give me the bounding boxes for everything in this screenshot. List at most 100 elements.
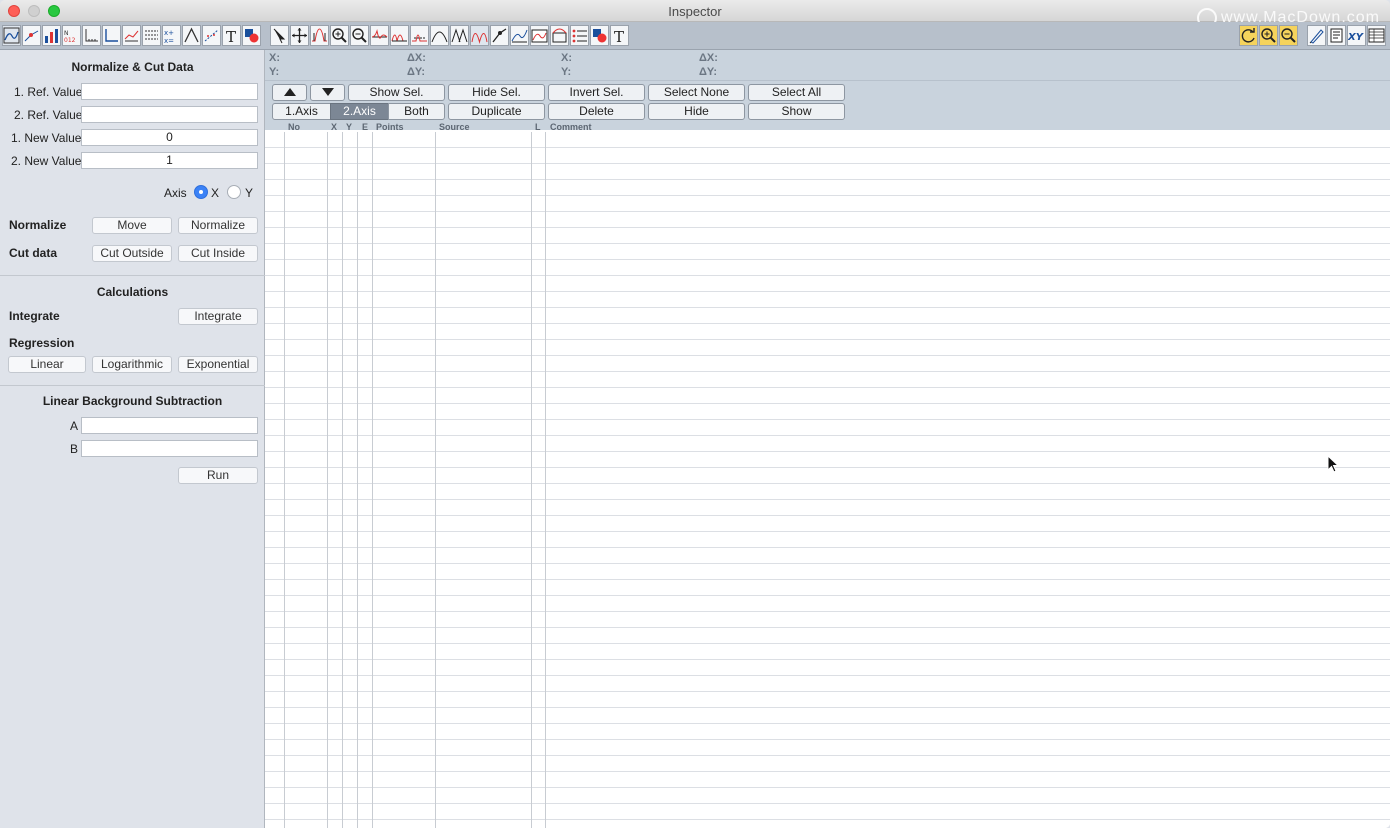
show-sel-button[interactable]: Show Sel. xyxy=(348,84,445,101)
cut-inside-button[interactable]: Cut Inside xyxy=(178,245,258,262)
zoom-out-icon-right[interactable] xyxy=(1279,25,1298,46)
linear-regression-button[interactable]: Linear xyxy=(8,356,86,373)
dy2-readout-label: ΔY: xyxy=(699,66,718,78)
column-header-source[interactable]: Source xyxy=(439,122,470,132)
new1-label: 1. New Value xyxy=(11,131,82,145)
multi-peak-icon[interactable] xyxy=(470,25,489,46)
b-field[interactable] xyxy=(81,440,258,457)
lbs-title: Linear Background Subtraction xyxy=(42,394,223,408)
color-shapes-icon-2[interactable] xyxy=(590,25,609,46)
axis-x-radio[interactable] xyxy=(194,185,208,199)
column-header-comment[interactable]: Comment xyxy=(550,122,592,132)
column-divider xyxy=(357,132,358,828)
axis-frame-icon[interactable] xyxy=(102,25,121,46)
text-T-icon[interactable]: T xyxy=(222,25,241,46)
select-none-button[interactable]: Select None xyxy=(648,84,745,101)
divider xyxy=(265,80,1390,81)
line-style-icon[interactable] xyxy=(122,25,141,46)
svg-text:N: N xyxy=(64,30,69,37)
scatter-line-icon[interactable] xyxy=(22,25,41,46)
arrow-up-icon xyxy=(283,88,296,96)
hide-sel-button[interactable]: Hide Sel. xyxy=(448,84,545,101)
pen-icon[interactable] xyxy=(1307,25,1326,46)
data-table[interactable] xyxy=(265,132,1390,828)
column-divider xyxy=(342,132,343,828)
duplicate-button[interactable]: Duplicate xyxy=(448,103,545,120)
move-cross-icon[interactable] xyxy=(290,25,309,46)
integrate-button[interactable]: Integrate xyxy=(178,308,258,325)
dotted-list-icon[interactable] xyxy=(570,25,589,46)
run-button[interactable]: Run xyxy=(178,467,258,484)
zoom-in-icon[interactable] xyxy=(330,25,349,46)
hide-button[interactable]: Hide xyxy=(648,103,745,120)
window-title: Inspector xyxy=(668,4,722,19)
peak-fit-icon[interactable] xyxy=(430,25,449,46)
xy-icon[interactable]: XY xyxy=(1347,25,1366,46)
column-divider xyxy=(284,132,285,828)
baseline-icon[interactable] xyxy=(410,25,429,46)
column-divider xyxy=(327,132,328,828)
invert-sel-button[interactable]: Invert Sel. xyxy=(548,84,645,101)
column-header-x[interactable]: X xyxy=(331,122,337,132)
column-header-points[interactable]: Points xyxy=(376,122,404,132)
wave-peak-icon[interactable] xyxy=(370,25,389,46)
move-button[interactable]: Move xyxy=(92,217,172,234)
graph-overview-icon[interactable] xyxy=(2,25,21,46)
new1-field[interactable]: 0 xyxy=(81,129,258,146)
data-panel: X: Y: ΔX: ΔY: X: Y: ΔX: ΔY: Show Sel. Hi… xyxy=(265,50,1390,828)
zoom-out-icon[interactable] xyxy=(350,25,369,46)
table-grid-icon[interactable] xyxy=(1367,25,1386,46)
axis1-segment[interactable]: 1.Axis xyxy=(272,103,331,120)
data-table-icon[interactable]: x+ x= xyxy=(162,25,181,46)
table-header: No X Y E Points Source L Comment xyxy=(265,122,1390,132)
text-T-icon-2[interactable]: T xyxy=(610,25,629,46)
peak-select-icon[interactable] xyxy=(310,25,329,46)
new2-field[interactable]: 1 xyxy=(81,152,258,169)
column-header-l[interactable]: L xyxy=(535,122,541,132)
notes-icon[interactable] xyxy=(1327,25,1346,46)
delete-button[interactable]: Delete xyxy=(548,103,645,120)
dashed-fit-icon[interactable] xyxy=(202,25,221,46)
bar-chart-icon[interactable] xyxy=(42,25,61,46)
show-button[interactable]: Show xyxy=(748,103,845,120)
dx-readout-label: ΔX: xyxy=(407,52,426,64)
select-all-button[interactable]: Select All xyxy=(748,84,845,101)
pointer-icon[interactable] xyxy=(270,25,289,46)
double-peak-icon[interactable] xyxy=(390,25,409,46)
y-readout-label: Y: xyxy=(269,66,280,78)
column-header-no[interactable]: No xyxy=(288,122,300,132)
move-down-button[interactable] xyxy=(310,84,345,101)
column-divider xyxy=(435,132,436,828)
cut-outside-button[interactable]: Cut Outside xyxy=(92,245,172,262)
axis2-segment[interactable]: 2.Axis xyxy=(330,103,389,120)
move-up-button[interactable] xyxy=(272,84,307,101)
legend-list-icon[interactable] xyxy=(142,25,161,46)
column-header-y[interactable]: Y xyxy=(346,122,352,132)
logarithmic-regression-button[interactable]: Logarithmic xyxy=(92,356,172,373)
point-link-icon[interactable] xyxy=(490,25,509,46)
shape-curve-icon[interactable] xyxy=(550,25,569,46)
zoom-in-icon-right[interactable] xyxy=(1259,25,1278,46)
axis-ticks-icon[interactable] xyxy=(82,25,101,46)
ref1-field[interactable] xyxy=(81,83,258,100)
peak-style-icon[interactable] xyxy=(182,25,201,46)
x-readout-label: X: xyxy=(269,52,280,64)
both-segment[interactable]: Both xyxy=(388,103,445,120)
gaussian-icon[interactable] xyxy=(450,25,469,46)
refresh-icon[interactable] xyxy=(1239,25,1258,46)
column-divider xyxy=(372,132,373,828)
axis-y-label: Y xyxy=(245,186,254,200)
column-header-e[interactable]: E xyxy=(362,122,368,132)
normalize-label: Normalize xyxy=(9,218,67,232)
number-format-icon[interactable]: N 012 xyxy=(62,25,81,46)
cut-data-label: Cut data xyxy=(9,246,57,260)
curve-icon[interactable] xyxy=(510,25,529,46)
normalize-button[interactable]: Normalize xyxy=(178,217,258,234)
ref2-field[interactable] xyxy=(81,106,258,123)
axis-y-radio[interactable] xyxy=(227,185,241,199)
divider xyxy=(0,385,265,386)
a-field[interactable] xyxy=(81,417,258,434)
color-shapes-icon[interactable] xyxy=(242,25,261,46)
exponential-regression-button[interactable]: Exponential xyxy=(178,356,258,373)
window-curve-icon[interactable] xyxy=(530,25,549,46)
